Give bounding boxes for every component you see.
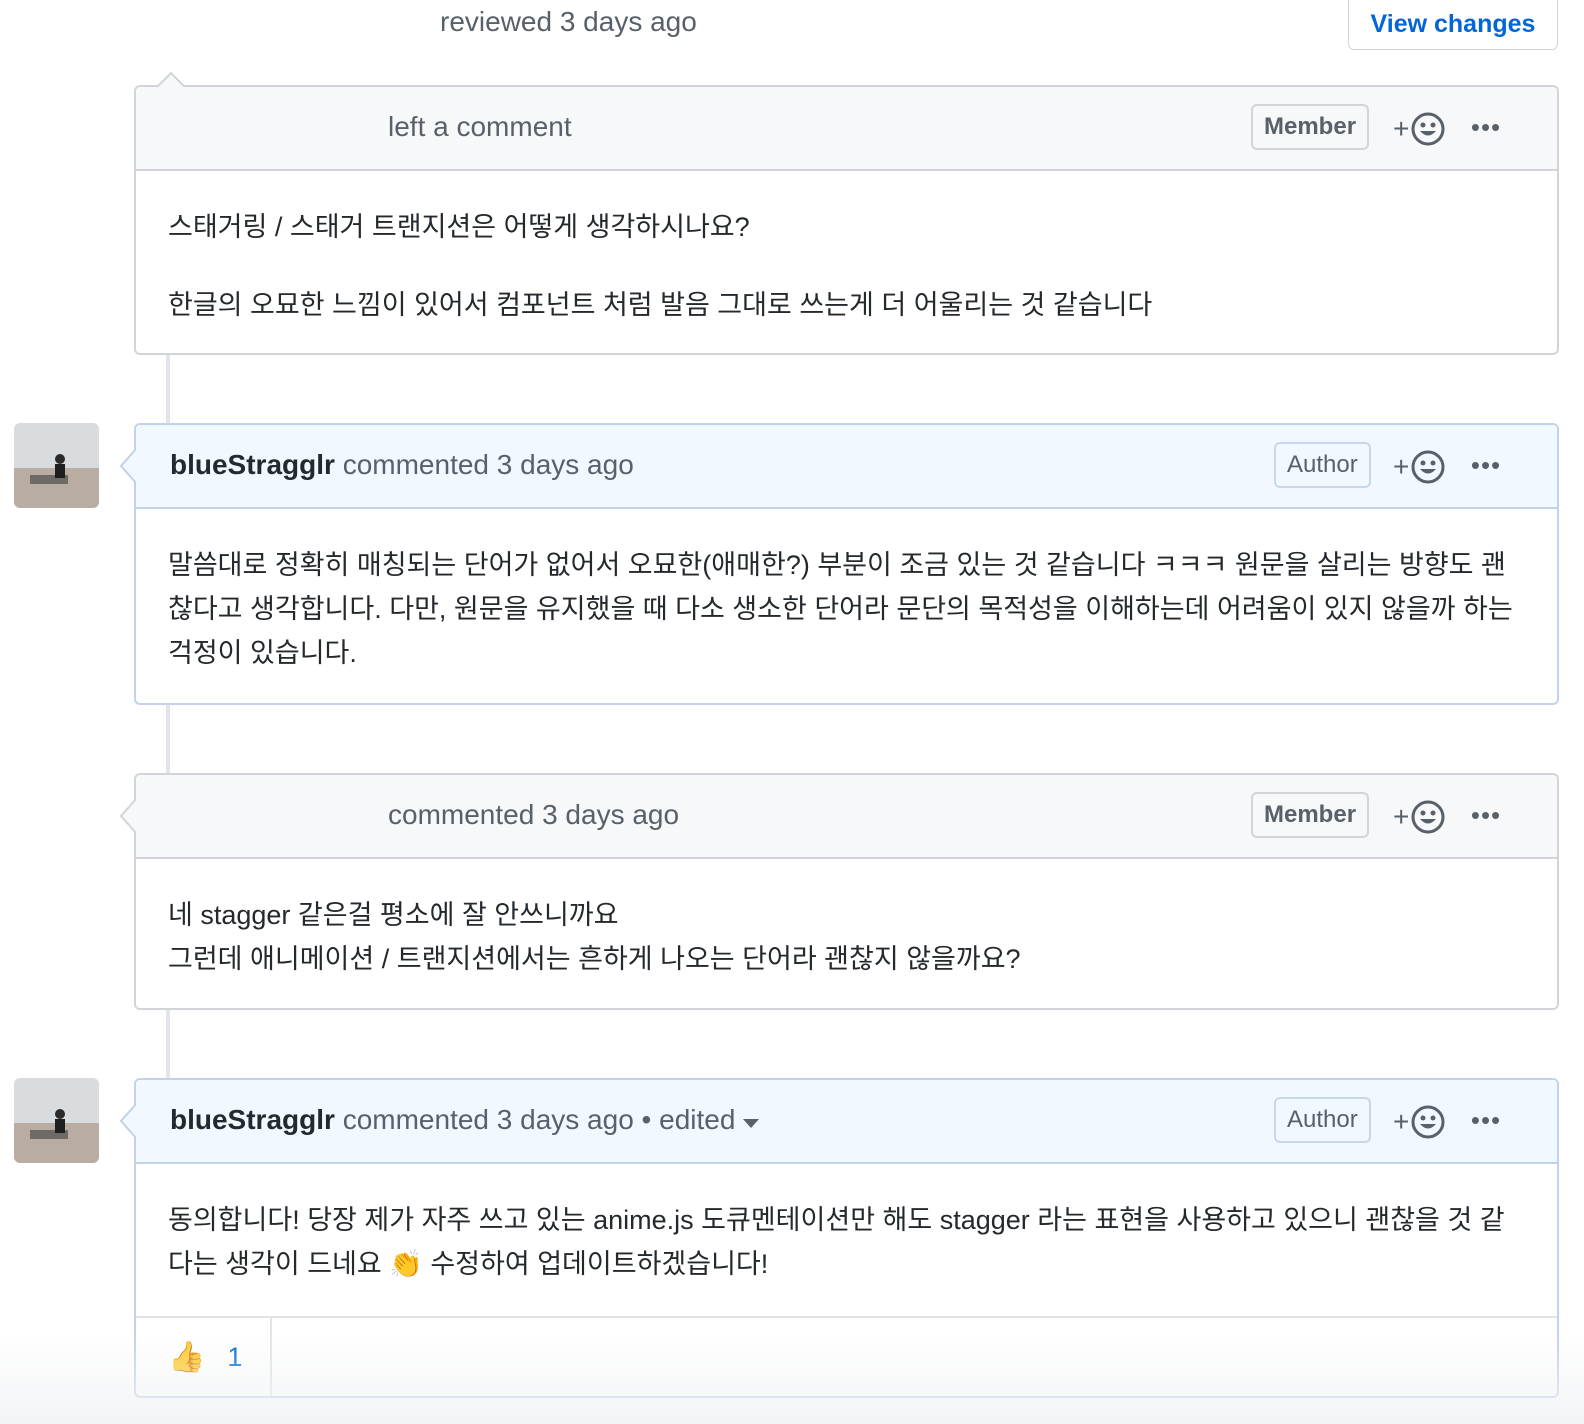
view-changes-button[interactable]: View changes — [1348, 0, 1558, 50]
avatar-image — [14, 1078, 99, 1163]
comment-header: commented 3 days ago Member + ••• — [136, 775, 1557, 859]
comment-text: 말씀대로 정확히 매칭되는 단어가 없어서 오묘한(애매한?) 부분이 조금 있… — [168, 550, 1513, 668]
smiley-icon — [1411, 450, 1445, 484]
member-comment: commented 3 days ago Member + ••• 네 stag… — [120, 773, 1559, 1010]
comment-header: blueStragglr commented 3 days ago Author… — [136, 425, 1557, 509]
member-badge: Member — [1251, 104, 1370, 150]
comment-meta[interactable]: commented 3 days ago — [343, 449, 634, 480]
comment-author[interactable]: blueStragglr — [170, 449, 335, 480]
bottom-fade — [0, 1334, 1584, 1424]
comment-body: 스태거링 / 스태거 트랜지션은 어떻게 생각하시나요? 한글의 오묘한 느낌이… — [136, 171, 1557, 327]
comment-text: 동의합니다! 당장 제가 자주 쓰고 있는 anime.js 도큐멘테이션만 해… — [168, 1205, 1505, 1279]
smiley-icon — [1411, 112, 1445, 146]
comment-body: 말씀대로 정확히 매칭되는 단어가 없어서 오묘한(애매한?) 부분이 조금 있… — [136, 509, 1557, 675]
plus-icon: + — [1393, 113, 1410, 144]
edited-label: • edited — [641, 1104, 736, 1135]
caret-down-icon — [743, 1119, 760, 1128]
add-reaction-button[interactable]: + — [1393, 797, 1453, 837]
author-badge: Author — [1274, 1097, 1371, 1143]
comment-text: 한글의 오묘한 느낌이 있어서 컴포넌트 처럼 발음 그대로 쓰는게 더 어울리… — [168, 290, 1153, 320]
review-comment: left a comment Member + ••• 스태거링 / 스태거 트… — [134, 71, 1559, 355]
more-options-icon[interactable]: ••• — [1469, 795, 1503, 835]
comment-text: 네 stagger 같은걸 평소에 잘 안쓰니까요 — [168, 900, 619, 930]
add-reaction-button[interactable]: + — [1393, 109, 1453, 149]
avatar[interactable] — [14, 1078, 99, 1163]
comment-meta: left a comment — [388, 111, 572, 142]
smiley-icon — [1411, 800, 1445, 834]
plus-icon: + — [1393, 451, 1410, 482]
add-reaction-button[interactable]: + — [1393, 1102, 1453, 1142]
more-options-icon[interactable]: ••• — [1469, 107, 1503, 147]
comment-header: left a comment Member + ••• — [136, 87, 1557, 171]
add-reaction-button[interactable]: + — [1393, 447, 1453, 487]
comment-meta[interactable]: commented 3 days ago — [343, 1104, 634, 1135]
comment-header: blueStragglr commented 3 days ago • edit… — [136, 1080, 1557, 1164]
comment-text: 그런데 애니메이션 / 트랜지션에서는 흔하게 나오는 단어라 괜찮지 않을까요… — [168, 944, 1021, 974]
comment-author[interactable]: blueStragglr — [170, 1104, 335, 1135]
pointer-arrow — [120, 449, 136, 483]
comment-meta[interactable]: commented 3 days ago — [388, 799, 679, 831]
comment-text: 스태거링 / 스태거 트랜지션은 어떻게 생각하시나요? — [168, 212, 750, 242]
plus-icon: + — [1393, 1106, 1410, 1137]
timeline-connector — [166, 704, 170, 776]
plus-icon: + — [1393, 801, 1410, 832]
pointer-arrow — [120, 1104, 136, 1138]
comment-body: 동의합니다! 당장 제가 자주 쓰고 있는 anime.js 도큐멘테이션만 해… — [136, 1164, 1557, 1286]
author-badge: Author — [1274, 442, 1371, 488]
timeline-connector — [166, 1010, 170, 1082]
more-options-icon[interactable]: ••• — [1469, 1100, 1503, 1140]
member-badge: Member — [1251, 792, 1370, 838]
edited-dropdown[interactable]: • edited — [642, 1104, 760, 1135]
more-options-icon[interactable]: ••• — [1469, 445, 1503, 485]
comment-body: 네 stagger 같은걸 평소에 잘 안쓰니까요 그런데 애니메이션 / 트랜… — [136, 859, 1557, 981]
review-summary: reviewed 3 days ago — [440, 6, 697, 37]
avatar-image — [14, 423, 99, 508]
timeline-connector — [166, 354, 170, 426]
author-comment: blueStragglr commented 3 days ago Author… — [120, 423, 1559, 705]
smiley-icon — [1411, 1105, 1445, 1139]
avatar[interactable] — [14, 423, 99, 508]
pointer-arrow — [120, 799, 136, 833]
